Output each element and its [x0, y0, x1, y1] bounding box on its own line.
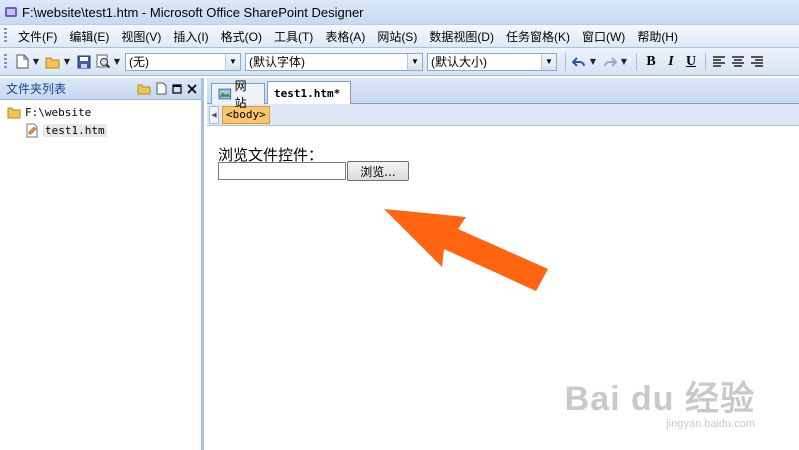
site-icon: [218, 88, 232, 100]
preview-magnifier-icon: [96, 54, 110, 69]
undo-dropdown-arrow[interactable]: ▼: [589, 53, 597, 71]
menu-data-view[interactable]: 数据视图(D): [424, 28, 501, 45]
open-folder-icon: [45, 57, 60, 68]
baidu-watermark: Bai du 经验 jingyan.baidu.com: [565, 371, 755, 430]
menu-site[interactable]: 网站(S): [372, 28, 424, 45]
toolbar-grip[interactable]: [4, 53, 7, 70]
tab-site-label: 网站: [234, 79, 247, 110]
new-folder-icon[interactable]: [137, 83, 151, 95]
site-folder-icon: [7, 107, 21, 119]
title-bar: F:\website\test1.htm - Microsoft Office …: [0, 0, 799, 24]
close-pane-icon[interactable]: [187, 83, 197, 94]
open-dropdown-arrow[interactable]: ▼: [63, 53, 71, 71]
align-center-button[interactable]: [729, 53, 747, 71]
new-page-button[interactable]: [13, 53, 31, 71]
redo-button[interactable]: [601, 53, 619, 71]
document-tabs: 网站 test1.htm*: [207, 78, 799, 110]
toolbar-separator: [705, 52, 706, 71]
tree-item-root[interactable]: F:\website: [0, 103, 201, 121]
save-button[interactable]: [75, 53, 93, 71]
align-right-icon: [751, 55, 763, 67]
file-upload-input[interactable]: [218, 162, 346, 180]
undo-button[interactable]: [570, 53, 588, 71]
menu-bar: 文件(F) 编辑(E) 视图(V) 插入(I) 格式(O) 工具(T) 表格(A…: [0, 24, 799, 48]
align-right-button[interactable]: [748, 53, 766, 71]
tree-item-file-label: test1.htm: [43, 123, 107, 137]
redo-dropdown-arrow[interactable]: ▼: [620, 53, 628, 71]
tab-document-label: test1.htm*: [274, 86, 341, 100]
style-combo-value: (无): [129, 55, 149, 69]
tab-test1-htm[interactable]: test1.htm*: [267, 81, 351, 104]
font-combo[interactable]: (默认字体) ▼: [245, 52, 423, 71]
menu-table[interactable]: 表格(A): [320, 28, 372, 45]
tree-item-root-label: F:\website: [25, 105, 92, 119]
save-icon: [77, 55, 91, 68]
menu-view[interactable]: 视图(V): [116, 28, 168, 45]
align-center-icon: [732, 55, 744, 67]
new-page-icon: [16, 54, 28, 69]
toolbar-separator: [565, 52, 566, 71]
tree-item-file[interactable]: test1.htm: [0, 121, 201, 139]
redo-icon: [604, 56, 617, 67]
bold-button[interactable]: B: [641, 53, 661, 71]
align-left-icon: [713, 55, 725, 67]
menu-help[interactable]: 帮助(H): [632, 28, 685, 45]
menu-tools[interactable]: 工具(T): [269, 28, 320, 45]
undo-icon: [572, 56, 585, 67]
tab-site[interactable]: 网站: [211, 79, 265, 110]
menu-file[interactable]: 文件(F): [13, 28, 64, 45]
menubar-grip[interactable]: [4, 28, 7, 44]
preview-dropdown-arrow[interactable]: ▼: [113, 53, 121, 71]
size-combo-value: (默认大小): [431, 55, 487, 69]
htm-file-icon: [26, 123, 38, 137]
menu-edit[interactable]: 编辑(E): [64, 28, 116, 45]
maximize-pane-icon[interactable]: [172, 83, 182, 94]
new-file-icon[interactable]: [156, 82, 167, 95]
menu-task-panes[interactable]: 任务窗格(K): [501, 28, 577, 45]
formatting-toolbar: ▼ ▼ ▼ (无) ▼ (默认字体) ▼ (默认大小) ▼ ▼ ▼ B I U: [0, 48, 799, 76]
style-combo[interactable]: (无) ▼: [125, 52, 241, 71]
sharepoint-designer-icon: [5, 7, 17, 17]
folder-list-header: 文件夹列表: [0, 78, 201, 100]
chevron-down-icon[interactable]: ▼: [541, 53, 556, 70]
align-left-button[interactable]: [710, 53, 728, 71]
folder-list-pane: 文件夹列表 F:\website test1.htm: [0, 78, 204, 450]
font-combo-value: (默认字体): [249, 55, 305, 69]
window-title: F:\website\test1.htm - Microsoft Office …: [22, 4, 364, 20]
size-combo[interactable]: (默认大小) ▼: [427, 52, 557, 71]
underline-button[interactable]: U: [681, 53, 701, 71]
preview-button[interactable]: [94, 53, 112, 71]
new-dropdown-arrow[interactable]: ▼: [32, 53, 40, 71]
browse-button[interactable]: 浏览...: [347, 161, 409, 181]
open-button[interactable]: [44, 53, 62, 71]
italic-button[interactable]: I: [661, 53, 681, 71]
folder-list-title: 文件夹列表: [6, 82, 67, 96]
menu-format[interactable]: 格式(O): [216, 28, 269, 45]
menu-insert[interactable]: 插入(I): [168, 28, 215, 45]
toolbar-separator: [636, 52, 637, 71]
chevron-down-icon[interactable]: ▼: [407, 53, 422, 70]
menu-window[interactable]: 窗口(W): [577, 28, 632, 45]
watermark-logo-text: Bai du 经验: [564, 380, 755, 418]
quick-tag-selector: ◀ <body>: [207, 104, 799, 126]
annotation-arrow-icon: [384, 209, 548, 291]
chevron-down-icon[interactable]: ▼: [225, 53, 240, 70]
tag-scroll-left-icon[interactable]: ◀: [209, 105, 219, 124]
